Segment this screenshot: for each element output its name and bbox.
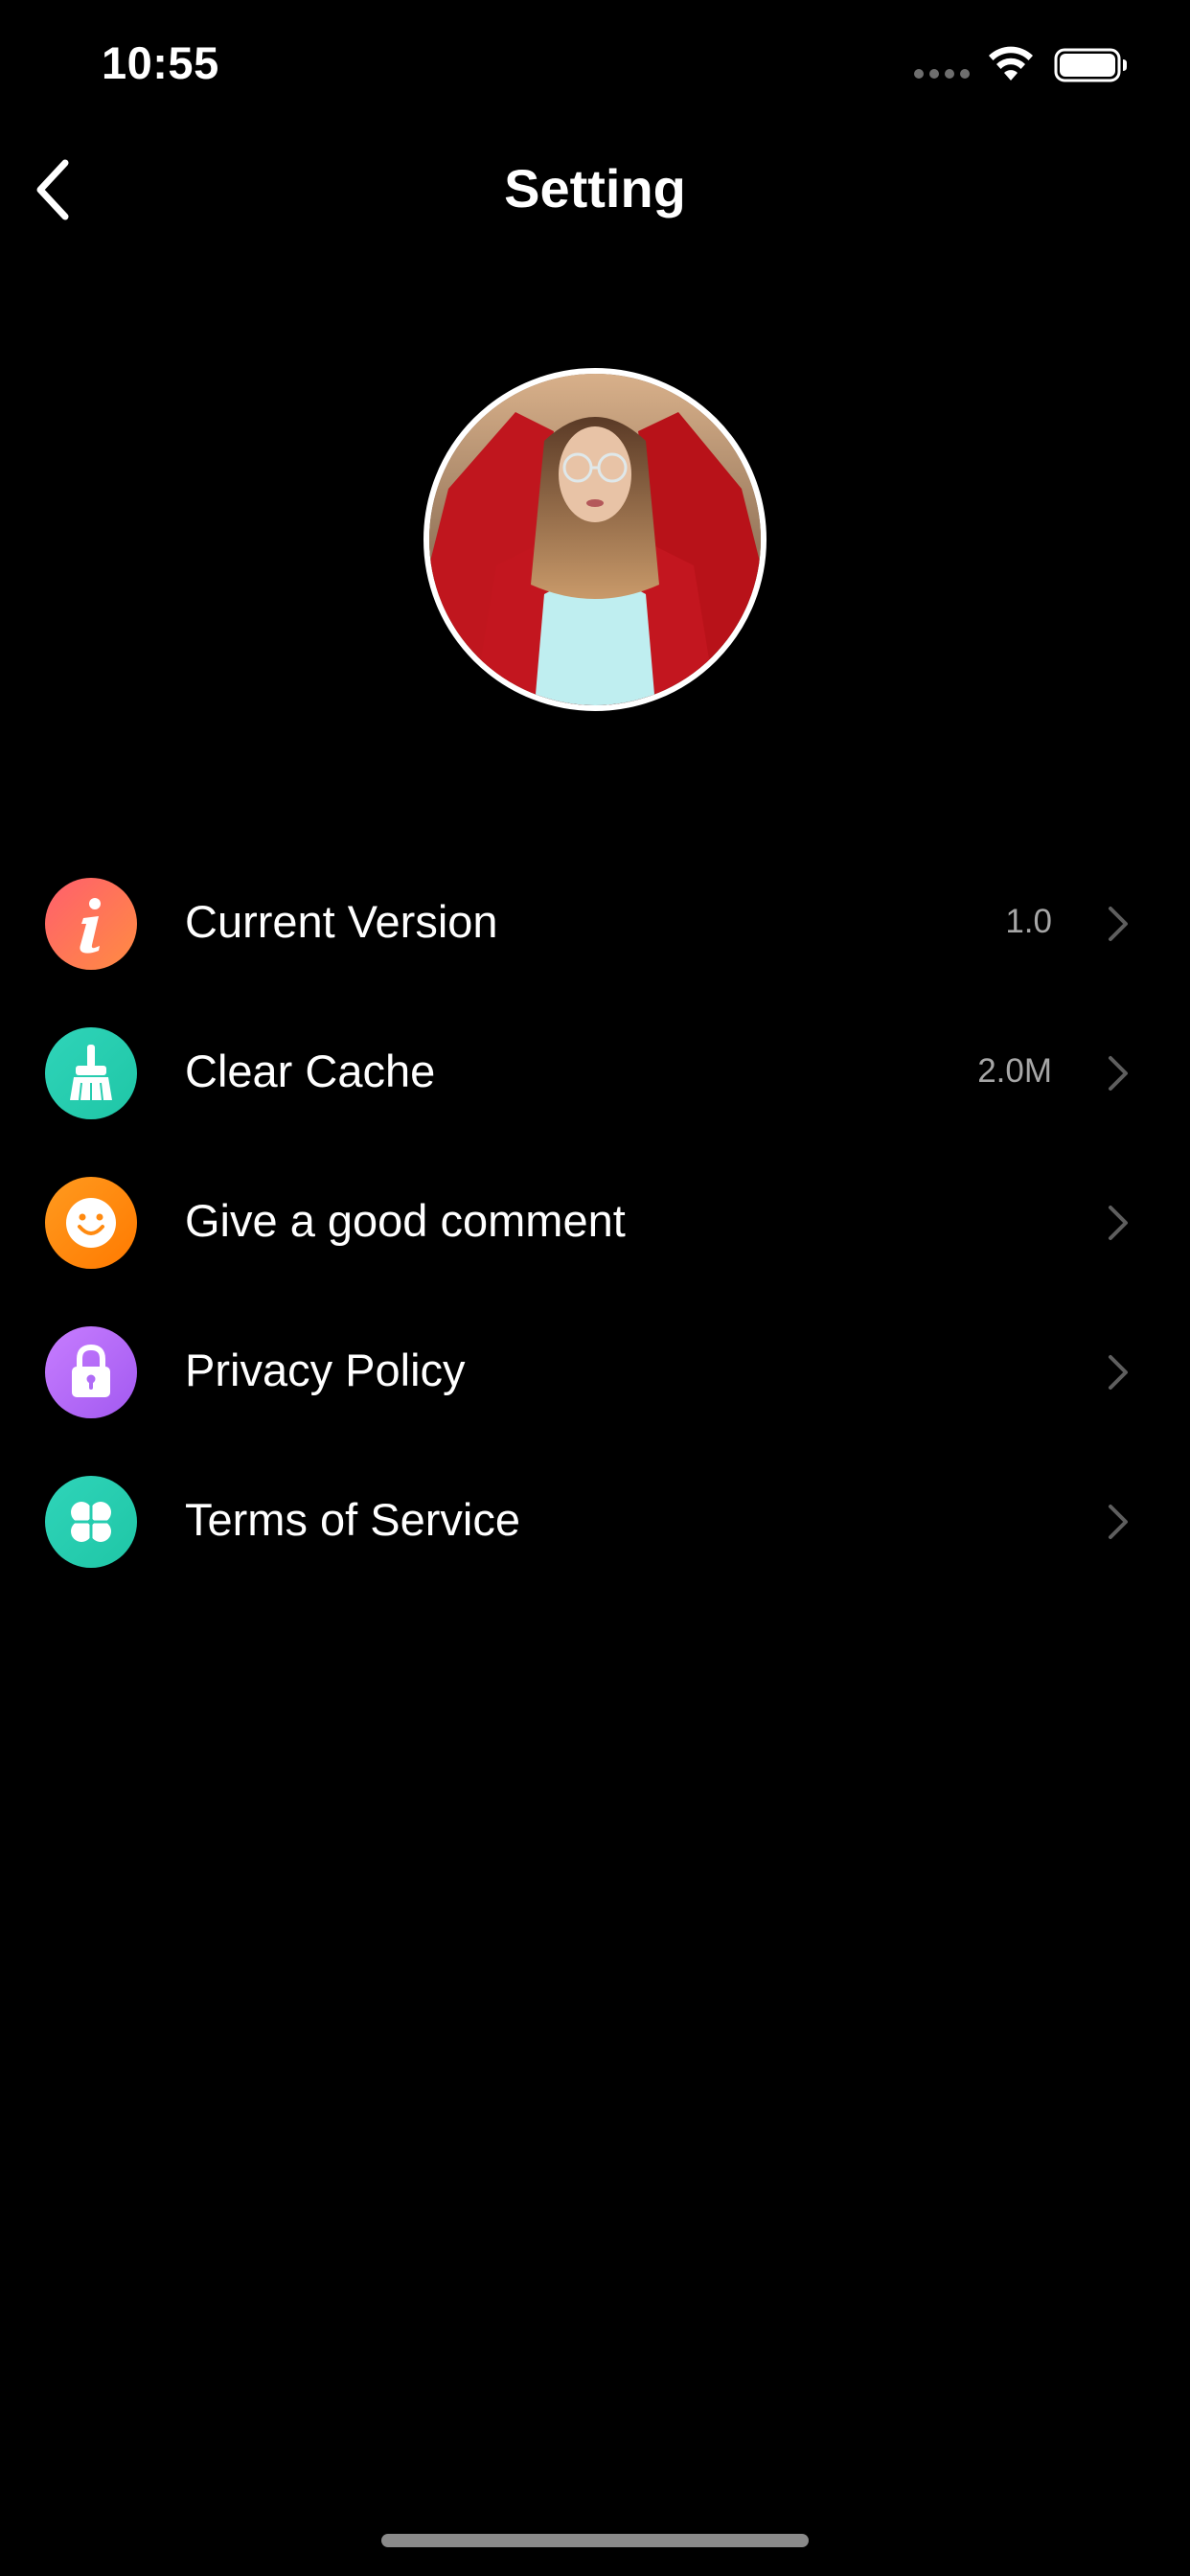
lock-icon: [45, 1326, 137, 1418]
settings-row-good-comment[interactable]: Give a good comment: [0, 1148, 1190, 1298]
status-time: 10:55: [102, 37, 219, 88]
broom-icon: [45, 1027, 137, 1119]
chevron-right-icon: [1109, 1206, 1128, 1240]
row-label: Current Version: [185, 896, 498, 947]
profile-photo: [429, 374, 761, 705]
settings-list: Current Version 1.0 Clear Cache 2.0M Giv…: [0, 849, 1190, 1597]
navigation-bar: Setting: [0, 125, 1190, 254]
row-label: Clear Cache: [185, 1046, 436, 1096]
chevron-right-icon: [1109, 907, 1128, 941]
status-bar: 10:55: [0, 0, 1190, 125]
row-label: Privacy Policy: [185, 1345, 466, 1395]
cache-size-value: 2.0M: [977, 1052, 1052, 1090]
row-label: Give a good comment: [185, 1195, 626, 1246]
page-title: Setting: [504, 158, 686, 218]
cellular-signal-icon: [914, 69, 970, 80]
battery-icon: [1054, 48, 1127, 82]
chevron-right-icon: [1109, 1056, 1128, 1091]
info-icon: [45, 878, 137, 970]
settings-row-privacy-policy[interactable]: Privacy Policy: [0, 1298, 1190, 1447]
row-label: Terms of Service: [185, 1494, 520, 1545]
home-indicator[interactable]: [381, 2534, 809, 2547]
chevron-right-icon: [1109, 1355, 1128, 1390]
chevron-right-icon: [1109, 1505, 1128, 1539]
settings-row-terms-of-service[interactable]: Terms of Service: [0, 1447, 1190, 1597]
settings-row-clear-cache[interactable]: Clear Cache 2.0M: [0, 999, 1190, 1148]
wifi-icon: [989, 46, 1033, 80]
version-value: 1.0: [1005, 903, 1052, 940]
smile-icon: [45, 1177, 137, 1269]
clover-icon: [45, 1476, 137, 1568]
settings-row-current-version[interactable]: Current Version 1.0: [0, 849, 1190, 999]
avatar[interactable]: [423, 368, 767, 711]
